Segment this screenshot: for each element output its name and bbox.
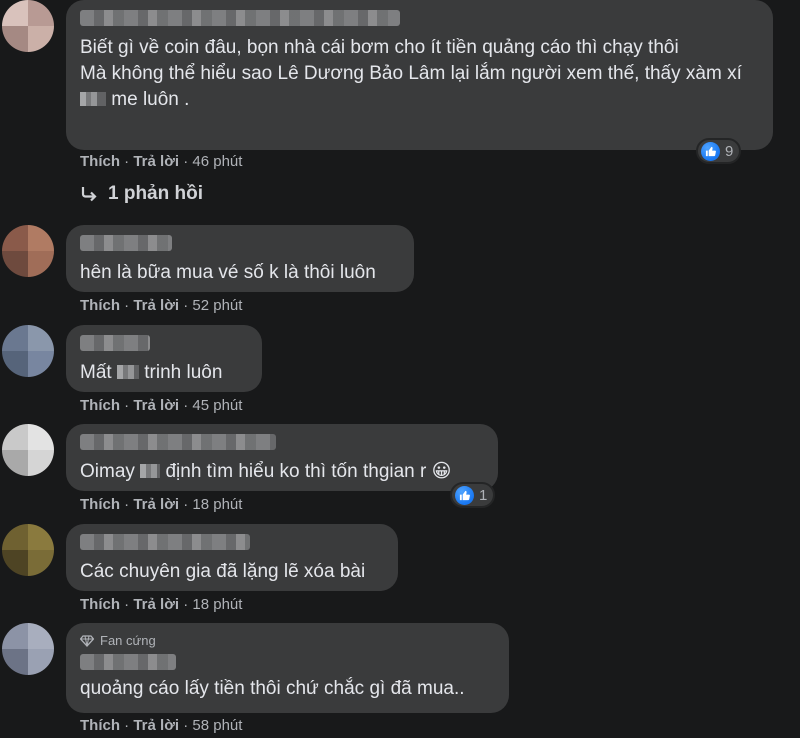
separator: · [124, 717, 130, 734]
comment-text: hên là bữa mua vé số k là thôi luôn [80, 262, 376, 283]
author-name-blurred[interactable] [80, 10, 400, 26]
reply-link[interactable]: Trả lời [133, 596, 179, 613]
reaction-number: 1 [479, 486, 488, 504]
reply-arrow-icon [81, 187, 97, 202]
reply-link[interactable]: Trả lời [133, 153, 179, 170]
separator: · [183, 297, 189, 314]
separator: · [124, 496, 130, 513]
author-name-blurred[interactable] [80, 434, 276, 450]
timestamp[interactable]: 58 phút [192, 717, 242, 734]
timestamp[interactable]: 52 phút [192, 297, 242, 314]
like-link[interactable]: Thích [80, 496, 120, 513]
badge-label: Fan cứng [100, 633, 156, 648]
gem-icon [80, 634, 94, 647]
comment-text: Oimay định tìm hiểu ko thì tốn thgian r … [80, 461, 452, 482]
timestamp[interactable]: 45 phút [192, 397, 242, 414]
separator: · [124, 153, 130, 170]
like-link[interactable]: Thích [80, 153, 120, 170]
top-fan-badge: Fan cứng [80, 633, 495, 648]
author-name-blurred[interactable] [80, 335, 150, 351]
author-name-blurred[interactable] [80, 235, 172, 251]
separator: · [183, 596, 189, 613]
censored-text [140, 464, 161, 478]
comment-actions: Thích · Trả lời · 18 phút [80, 496, 242, 513]
reply-link[interactable]: Trả lời [133, 717, 179, 734]
censored-text [80, 92, 106, 106]
avatar[interactable] [2, 325, 54, 377]
reply-link[interactable]: Trả lời [133, 496, 179, 513]
replies-label: 1 phản hồi [108, 183, 203, 204]
like-icon [701, 141, 720, 161]
reaction-number: 9 [725, 142, 734, 160]
view-replies-link[interactable]: 1 phản hồi [80, 183, 203, 205]
avatar[interactable] [2, 623, 54, 675]
comment-actions: Thích · Trả lời · 52 phút [80, 297, 242, 314]
censored-text [116, 365, 139, 379]
timestamp[interactable]: 18 phút [192, 496, 242, 513]
separator: · [183, 717, 189, 734]
separator: · [124, 596, 130, 613]
separator: · [183, 153, 189, 170]
comment-bubble: Các chuyên gia đã lặng lẽ xóa bài [66, 524, 398, 591]
author-name-blurred[interactable] [80, 534, 250, 550]
timestamp[interactable]: 46 phút [192, 153, 242, 170]
separator: · [124, 397, 130, 414]
separator: · [124, 297, 130, 314]
comment-bubble: Mất trinh luôn [66, 325, 262, 392]
author-name-blurred[interactable] [80, 654, 176, 670]
separator: · [183, 496, 189, 513]
comment-text: Mất trinh luôn [80, 362, 223, 383]
avatar[interactable] [2, 225, 54, 277]
reaction-count[interactable]: 1 [450, 482, 496, 508]
comment-text: Biết gì về coin đâu, bọn nhà cái bơm cho… [80, 37, 742, 110]
comment-actions: Thích · Trả lời · 18 phút [80, 596, 242, 613]
timestamp[interactable]: 18 phút [192, 596, 242, 613]
comment-actions: Thích · Trả lời · 46 phút [80, 153, 242, 170]
like-link[interactable]: Thích [80, 297, 120, 314]
comment-bubble: Fan cứng quoảng cáo lấy tiền thôi chứ ch… [66, 623, 509, 713]
reply-link[interactable]: Trả lời [133, 397, 179, 414]
separator: · [183, 397, 189, 414]
reply-link[interactable]: Trả lời [133, 297, 179, 314]
avatar[interactable] [2, 524, 54, 576]
comment-bubble: Oimay định tìm hiểu ko thì tốn thgian r … [66, 424, 498, 491]
comment-bubble: Biết gì về coin đâu, bọn nhà cái bơm cho… [66, 0, 773, 150]
like-link[interactable]: Thích [80, 596, 120, 613]
avatar[interactable] [2, 424, 54, 476]
comment-actions: Thích · Trả lời · 45 phút [80, 397, 242, 414]
reaction-count[interactable]: 9 [696, 138, 742, 164]
grinning-emoji: 😀 [431, 461, 452, 482]
like-icon [455, 485, 474, 505]
comment-text: quoảng cáo lấy tiền thôi chứ chắc gì đã … [80, 678, 465, 699]
comment-actions: Thích · Trả lời · 58 phút [80, 717, 242, 734]
like-link[interactable]: Thích [80, 717, 120, 734]
like-link[interactable]: Thích [80, 397, 120, 414]
avatar[interactable] [2, 0, 54, 52]
comment-text: Các chuyên gia đã lặng lẽ xóa bài [80, 561, 366, 582]
comment-bubble: hên là bữa mua vé số k là thôi luôn [66, 225, 414, 292]
